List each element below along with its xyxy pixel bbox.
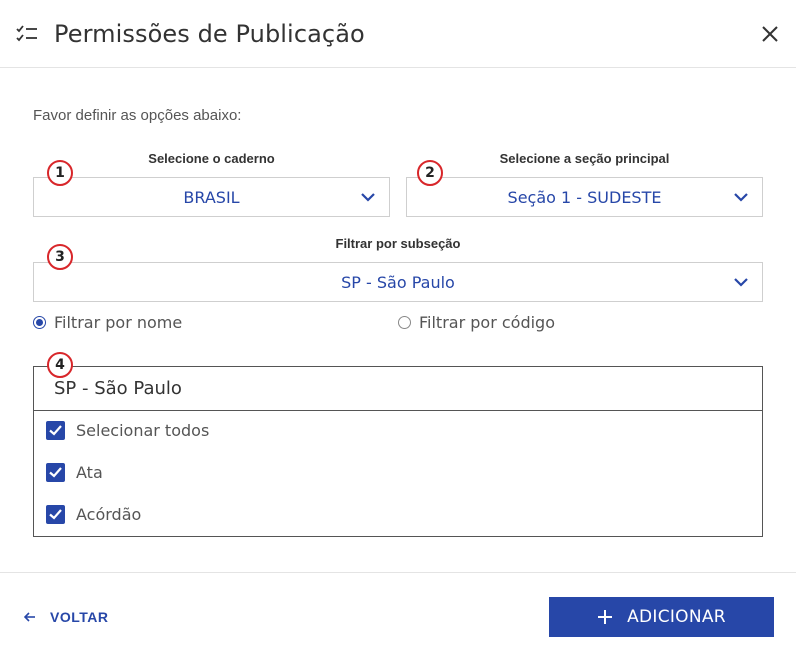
add-button-label: ADICIONAR (627, 607, 726, 627)
checkbox[interactable] (46, 505, 65, 524)
secao-label: Selecione a seção principal (499, 151, 670, 166)
arrow-left-icon (24, 612, 35, 622)
caderno-value: BRASIL (183, 188, 240, 207)
list-item-label: Acórdão (76, 505, 142, 524)
dialog-header: Permissões de Publicação (0, 0, 796, 68)
check-icon (49, 467, 62, 478)
dialog-title: Permissões de Publicação (54, 20, 365, 48)
list-item[interactable]: Selecionar todos (46, 421, 209, 440)
checklist-icon (16, 25, 37, 42)
radio-button[interactable] (398, 316, 411, 329)
radio-button[interactable] (33, 316, 46, 329)
caderno-select[interactable]: BRASIL (33, 177, 390, 217)
instructions-text: Favor definir as opções abaixo: (33, 107, 242, 124)
chevron-down-icon (361, 193, 375, 202)
list-item[interactable]: Ata (46, 463, 103, 482)
radio-label: Filtrar por código (419, 313, 555, 332)
radio-filter-by-name[interactable]: Filtrar por nome (33, 313, 182, 332)
checkbox[interactable] (46, 421, 65, 440)
add-button[interactable]: ADICIONAR (549, 597, 774, 637)
step-badge-3: 3 (47, 244, 73, 270)
item-list: SP - São Paulo Selecionar todos Ata Acór… (33, 366, 763, 537)
subsecao-label: Filtrar por subseção (335, 236, 461, 251)
secao-select[interactable]: Seção 1 - SUDESTE (406, 177, 763, 217)
check-icon (49, 509, 62, 520)
chevron-down-icon (734, 278, 748, 287)
check-icon (49, 425, 62, 436)
radio-label: Filtrar por nome (54, 313, 183, 332)
list-item-label: Ata (76, 463, 103, 482)
step-badge-2: 2 (417, 160, 443, 186)
subsecao-select[interactable]: SP - São Paulo (33, 262, 763, 302)
step-badge-4: 4 (47, 352, 73, 378)
step-badge-1: 1 (47, 160, 73, 186)
list-item[interactable]: Acórdão (46, 505, 141, 524)
footer-divider (0, 572, 796, 573)
checkbox[interactable] (46, 463, 65, 482)
back-button[interactable]: VOLTAR (24, 609, 108, 625)
secao-value: Seção 1 - SUDESTE (507, 188, 662, 207)
back-button-label: VOLTAR (50, 609, 109, 625)
chevron-down-icon (734, 193, 748, 202)
plus-icon (598, 610, 613, 624)
subsecao-value: SP - São Paulo (341, 273, 455, 292)
close-icon[interactable] (758, 22, 782, 46)
radio-filter-by-code[interactable]: Filtrar por código (398, 313, 555, 332)
list-item-label: Selecionar todos (76, 421, 210, 440)
list-header: SP - São Paulo (34, 367, 762, 411)
caderno-label: Selecione o caderno (148, 151, 275, 166)
